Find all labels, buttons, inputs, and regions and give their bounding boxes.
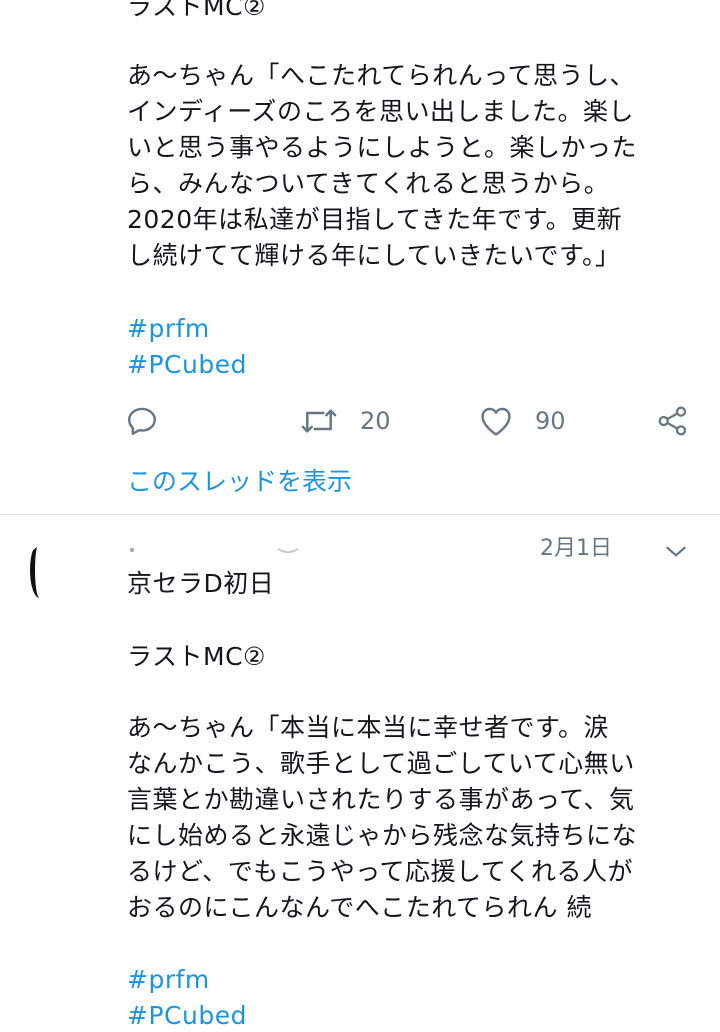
- like-button[interactable]: 90: [479, 396, 566, 446]
- tweet-text-line: ラストMC②: [127, 0, 266, 21]
- heart-icon: [479, 405, 513, 437]
- tweet-text-line: なんかこう、歌手として過ごしていて心無い: [127, 749, 635, 778]
- share-icon: [657, 405, 689, 437]
- hashtag-link[interactable]: #prfm: [127, 312, 210, 346]
- tweet-timestamp[interactable]: 2月1日: [540, 532, 612, 566]
- show-thread-link[interactable]: このスレッドを表示: [127, 464, 352, 500]
- tweet-text-line: おるのにこんなんでへこたれてられん 続: [127, 893, 592, 922]
- tweet-text-line: いと思う事やるようにしようと。楽しかった: [127, 133, 638, 162]
- tweet-text-line: あ〜ちゃん「へこたれてられんって思うし、: [127, 61, 636, 90]
- tweet-menu-button[interactable]: [663, 540, 689, 566]
- hashtag-link[interactable]: #PCubed: [127, 999, 247, 1032]
- hashtag-link[interactable]: #PCubed: [127, 348, 247, 382]
- like-count: 90: [535, 407, 566, 435]
- retweet-button[interactable]: 20: [300, 396, 391, 446]
- retweet-count: 20: [360, 407, 391, 435]
- tweet-divider: [0, 514, 720, 515]
- tweet-text-line: ラストMC②: [127, 642, 266, 671]
- tweet-actions: 20 90: [0, 396, 720, 446]
- tweet-text-line: インディーズのころを思い出しました。楽し: [127, 97, 635, 126]
- tweet-text-line: し続けてて輝ける年にしていきたいです。」: [127, 241, 621, 270]
- tweet-text-line: 言葉とか勘違いされたりする事があって、気: [127, 785, 635, 814]
- tweet-text-line: ら、みんなついてきてくれると思うから。: [127, 169, 610, 198]
- redacted-username: [130, 548, 299, 553]
- timeline: ラストMC② あ〜ちゃん「へこたれてられんって思うし、 インディーズのころを思い…: [0, 0, 720, 1032]
- tweet-text-line: るけど、でもこうやって応援してくれる人が: [127, 857, 634, 886]
- tweet-text-line: にし始めると永遠じゃから残念な気持ちにな: [127, 821, 638, 850]
- tweet-text-line: 京セラD初日: [127, 569, 275, 598]
- reply-icon: [125, 404, 159, 438]
- reply-button[interactable]: [125, 396, 159, 446]
- share-button[interactable]: [657, 396, 689, 446]
- tweet-text-line: あ〜ちゃん「本当に本当に幸せ者です。涙: [127, 713, 610, 742]
- retweet-icon: [300, 404, 338, 438]
- hashtag-link[interactable]: #prfm: [127, 963, 210, 997]
- chevron-down-icon: [663, 546, 689, 566]
- avatar[interactable]: [22, 538, 102, 618]
- tweet-text-line: 2020年は私達が目指してきた年です。更新: [127, 205, 623, 234]
